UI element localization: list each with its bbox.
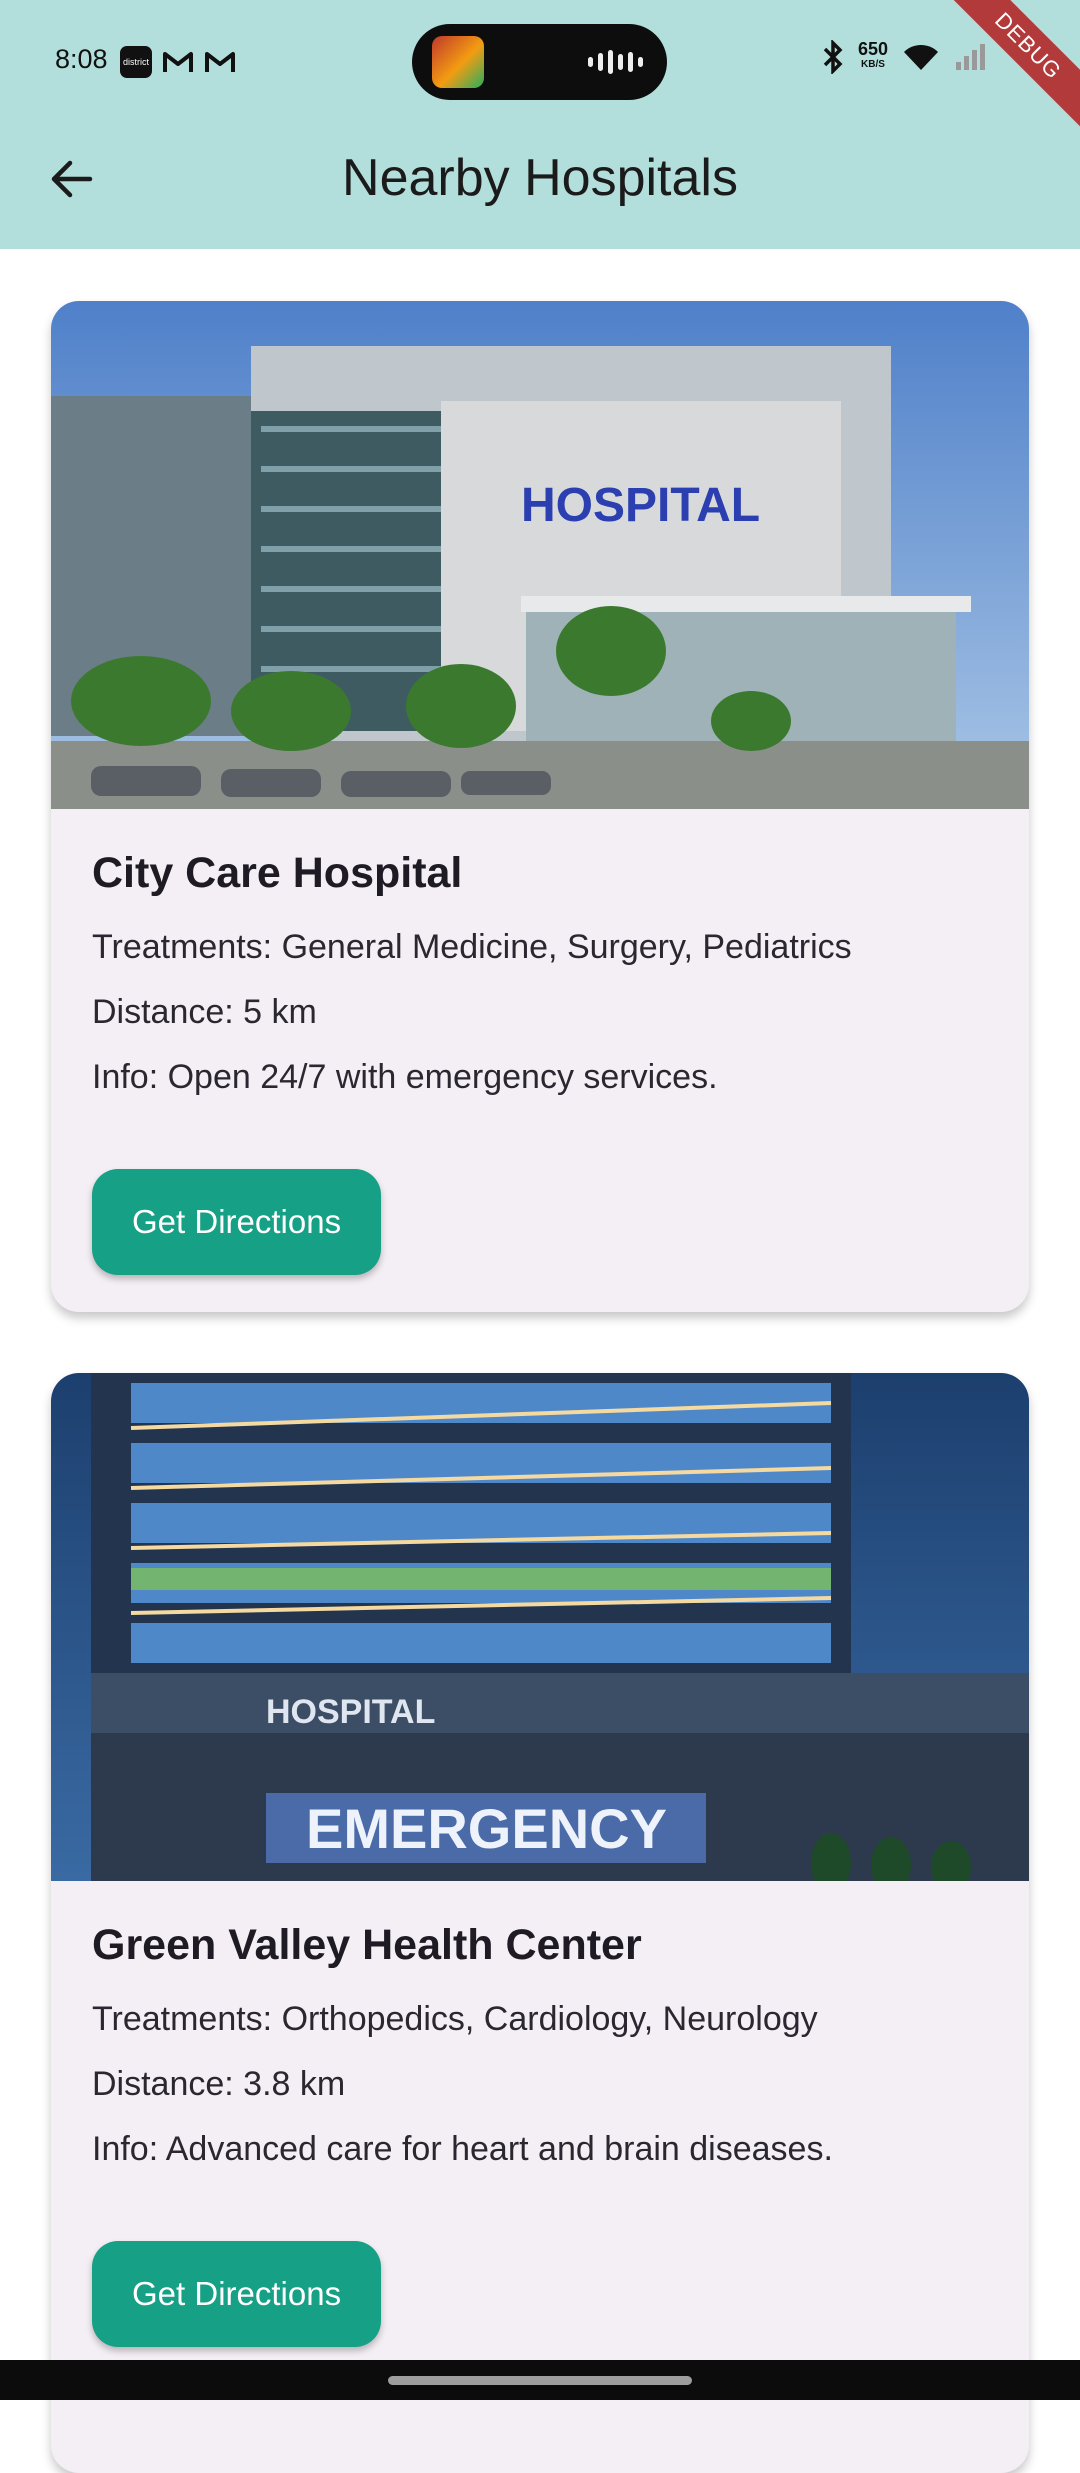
hospital-photo: HOSPITAL	[51, 301, 1029, 809]
hospital-name: Green Valley Health Center	[92, 1921, 642, 1969]
emergency-building-image: HOSPITAL EMERGENCY	[51, 1373, 1029, 1881]
audio-wave-icon	[588, 50, 643, 74]
speed-value: 650	[857, 39, 888, 59]
district-app-icon: district	[120, 46, 152, 78]
page-title: Nearby Hospitals	[342, 149, 738, 207]
bluetooth-icon	[823, 40, 843, 74]
system-status-icons: 650 KB/S	[822, 40, 990, 74]
system-nav-bar	[0, 2360, 1080, 2400]
top-bar: 8:08 district 650 KB/S DEBUG Nearby Hospi…	[0, 0, 1080, 249]
app-bar: Nearby Hospitals	[0, 122, 1080, 249]
hospital-sign-text: HOSPITAL	[521, 479, 760, 532]
home-gesture-handle[interactable]	[388, 2376, 692, 2385]
hospital-distance: Distance: 5 km	[92, 993, 317, 1031]
hospital-details: Green Valley Health Center Treatments: O…	[51, 1881, 1029, 2347]
notification-icons: district	[120, 46, 236, 78]
hospital-details: City Care Hospital Treatments: General M…	[51, 809, 1029, 1275]
status-time: 8:08	[55, 44, 108, 74]
gmail-icon	[205, 52, 235, 72]
hospital-card: HOSPITAL EMERGENCY Green Valley Health C…	[51, 1373, 1029, 2473]
gmail-icon	[163, 52, 193, 72]
emergency-sign-text: EMERGENCY	[306, 1797, 667, 1860]
hospital-photo: HOSPITAL EMERGENCY	[51, 1373, 1029, 1881]
hospital-name: City Care Hospital	[92, 849, 463, 897]
get-directions-button[interactable]: Get Directions	[92, 2241, 382, 2347]
hospital-distance: Distance: 3.8 km	[92, 2065, 346, 2103]
hospital-treatments: Treatments: General Medicine, Surgery, P…	[92, 928, 852, 966]
signal-icon	[956, 44, 985, 70]
dynamic-island[interactable]	[412, 24, 667, 100]
get-directions-button[interactable]: Get Directions	[92, 1169, 382, 1275]
hospital-info: Info: Advanced care for heart and brain …	[92, 2130, 833, 2168]
district-app-icon-label: district	[122, 57, 149, 67]
status-bar: 8:08 district 650 KB/S DEBUG	[0, 0, 1080, 138]
wifi-icon	[904, 44, 938, 70]
hospital-sign-text: HOSPITAL	[266, 1693, 435, 1731]
speed-unit: KB/S	[861, 59, 885, 70]
hospital-card: HOSPITAL City Care Hospital Treatments: …	[51, 301, 1029, 1312]
media-thumbnail	[432, 36, 484, 88]
hospital-building-image: HOSPITAL	[51, 301, 1029, 809]
hospital-treatments: Treatments: Orthopedics, Cardiology, Neu…	[92, 2000, 818, 2038]
network-speed: 650 KB/S	[857, 39, 888, 73]
hospital-info: Info: Open 24/7 with emergency services.	[92, 1058, 718, 1096]
